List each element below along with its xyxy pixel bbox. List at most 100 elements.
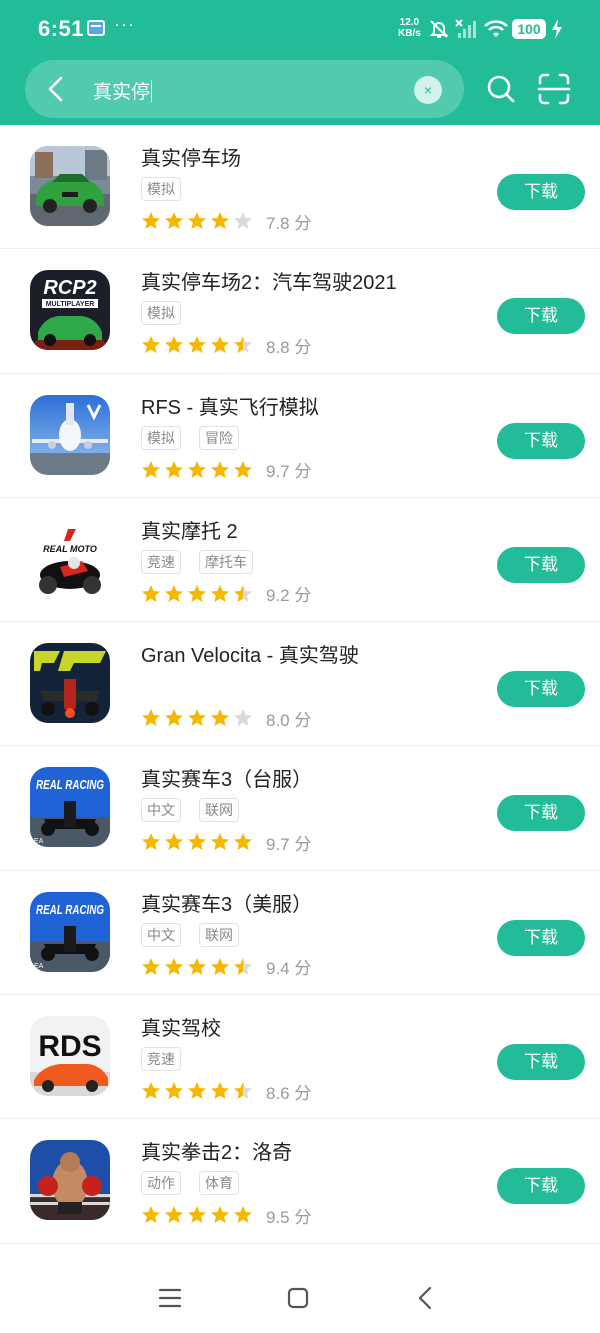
app-name: 真实赛车3（美服） xyxy=(141,893,313,916)
star-full-icon xyxy=(142,709,160,727)
star-full-icon xyxy=(211,212,229,229)
download-button[interactable]: 下载 xyxy=(497,546,585,583)
list-item[interactable]: REAL MOTO 真实摩托 2 竞速 摩托车 9.2 分 下载 xyxy=(0,498,600,623)
rating-unit: 分 xyxy=(294,1083,312,1103)
search-bar[interactable] xyxy=(25,60,464,118)
wifi-icon xyxy=(484,20,508,37)
app-name: RFS - 真实飞行模拟 xyxy=(141,396,319,419)
rating-score: 8.0 分 xyxy=(266,706,311,731)
star-full-icon xyxy=(142,460,160,478)
rating-value: 9.4 xyxy=(266,959,290,979)
rating-score: 9.2 分 xyxy=(266,581,311,606)
app-name: 真实停车场 xyxy=(141,148,241,170)
star-full-icon xyxy=(142,1082,160,1100)
star-empty-icon xyxy=(234,212,252,229)
list-item[interactable]: REAL RACING EA 真实赛车3（台服） 中文 联网 9.7 分 下载 xyxy=(0,746,600,871)
tag-list: 模拟 冒险 xyxy=(141,425,239,450)
list-item[interactable]: Gran Velocita - 真实驾驶 8.0 分 下载 xyxy=(0,622,600,747)
green-sports-car-parking-icon xyxy=(30,146,110,226)
star-full-icon xyxy=(234,833,252,851)
download-button[interactable]: 下载 xyxy=(497,671,585,708)
rating-unit: 分 xyxy=(294,337,312,357)
home-icon[interactable] xyxy=(286,1286,310,1310)
star-half-icon xyxy=(234,957,252,975)
rating-unit: 分 xyxy=(294,213,312,233)
rating: 8.8 分 xyxy=(141,333,311,357)
app-name: 真实摩托 2 xyxy=(141,520,238,543)
star-full-icon xyxy=(188,1206,206,1224)
tag: 中文 xyxy=(141,922,181,947)
tag: 联网 xyxy=(199,798,239,823)
rating-score: 9.4 分 xyxy=(266,954,311,979)
search-input[interactable]: 真实停 xyxy=(93,77,153,104)
download-button[interactable]: 下载 xyxy=(497,1044,585,1081)
star-half-icon xyxy=(234,336,252,354)
star-half-icon xyxy=(234,584,252,602)
list-item[interactable]: 真实停车场 模拟 7.8 分 下载 xyxy=(0,125,600,250)
star-full-icon xyxy=(165,709,183,727)
tag-list: 动作 体育 xyxy=(141,1171,239,1196)
icon-title: REAL RACING xyxy=(36,777,104,792)
back-icon[interactable] xyxy=(414,1286,438,1310)
star-full-icon xyxy=(165,212,183,229)
tag-list: 中文 联网 xyxy=(141,798,239,823)
list-item[interactable]: RDS 真实驾校 竞速 8.6 分 下载 xyxy=(0,995,600,1120)
rds-orange-car-icon: RDS xyxy=(30,1016,110,1097)
star-full-icon xyxy=(211,336,229,354)
rating-unit: 分 xyxy=(294,462,312,482)
list-item[interactable]: RFS - 真实飞行模拟 模拟 冒险 9.7 分 下载 xyxy=(0,374,600,498)
download-button[interactable]: 下载 xyxy=(497,919,585,956)
icon-subtitle: MULTIPLAYER xyxy=(46,301,95,308)
rating-unit: 分 xyxy=(294,834,312,854)
tag: 体育 xyxy=(199,1171,239,1196)
notification-app-icon xyxy=(87,20,105,36)
download-button[interactable]: 下载 xyxy=(497,422,585,459)
rating-unit: 分 xyxy=(294,1207,312,1227)
rating: 9.7 分 xyxy=(141,458,311,482)
rating-value: 9.7 xyxy=(266,834,290,854)
tag: 模拟 xyxy=(141,425,181,450)
rating: 8.0 分 xyxy=(141,706,311,730)
tag-list: 模拟 xyxy=(141,301,181,326)
status-time: 6:51 xyxy=(38,16,85,41)
icon-title: REAL RACING xyxy=(36,902,104,917)
download-button[interactable]: 下载 xyxy=(497,795,585,832)
formula-car-icon xyxy=(30,643,110,724)
rating-value: 9.2 xyxy=(266,586,290,606)
tag: 模拟 xyxy=(141,177,181,201)
search-icon[interactable] xyxy=(484,72,518,106)
star-full-icon xyxy=(211,1082,229,1100)
menu-icon[interactable] xyxy=(158,1286,182,1310)
star-full-icon xyxy=(165,336,183,354)
icon-title: RCP2 xyxy=(43,277,96,299)
list-item[interactable]: REAL RACING EA 真实赛车3（美服） 中文 联网 9.4 分 下载 xyxy=(0,871,600,996)
app-list: 真实停车场 模拟 7.8 分 下载 RCP2 MULTIPLAYER 真实停车场… xyxy=(0,125,600,1244)
tag: 竞速 xyxy=(141,549,181,574)
star-full-icon xyxy=(142,833,160,851)
battery-icon: 100 xyxy=(512,19,546,39)
star-full-icon xyxy=(165,957,183,975)
star-full-icon xyxy=(188,1082,206,1100)
scan-icon[interactable] xyxy=(536,72,572,106)
status-bar: 6:51 ··· 12.0 KB/s 100 xyxy=(0,0,600,58)
rating-value: 7.8 xyxy=(266,213,290,233)
download-button[interactable]: 下载 xyxy=(497,298,585,335)
list-item[interactable]: RCP2 MULTIPLAYER 真实停车场2：汽车驾驶2021 模拟 8.8 … xyxy=(0,249,600,374)
rating-score: 7.8 分 xyxy=(266,209,311,234)
rcp2-multiplayer-car-icon: RCP2 MULTIPLAYER xyxy=(30,270,110,351)
motorcycle-icon: REAL MOTO xyxy=(30,518,110,599)
star-full-icon xyxy=(211,709,229,727)
notification-more-icon: ··· xyxy=(114,14,135,34)
download-button[interactable]: 下载 xyxy=(497,174,585,210)
header: 6:51 ··· 12.0 KB/s 100 真实停 × xyxy=(0,0,600,125)
list-item[interactable]: 真实拳击2：洛奇 动作 体育 9.5 分 下载 xyxy=(0,1119,600,1244)
app-name: 真实拳击2：洛奇 xyxy=(141,1142,293,1165)
clear-search-button[interactable]: × xyxy=(414,76,442,104)
star-full-icon xyxy=(234,1206,252,1224)
back-arrow-icon[interactable] xyxy=(40,72,74,106)
rating: 9.4 分 xyxy=(141,955,311,979)
star-full-icon xyxy=(165,1206,183,1224)
tag: 摩托车 xyxy=(199,549,253,574)
download-button[interactable]: 下载 xyxy=(497,1168,585,1205)
real-racing-icon: REAL RACING EA xyxy=(30,767,110,848)
